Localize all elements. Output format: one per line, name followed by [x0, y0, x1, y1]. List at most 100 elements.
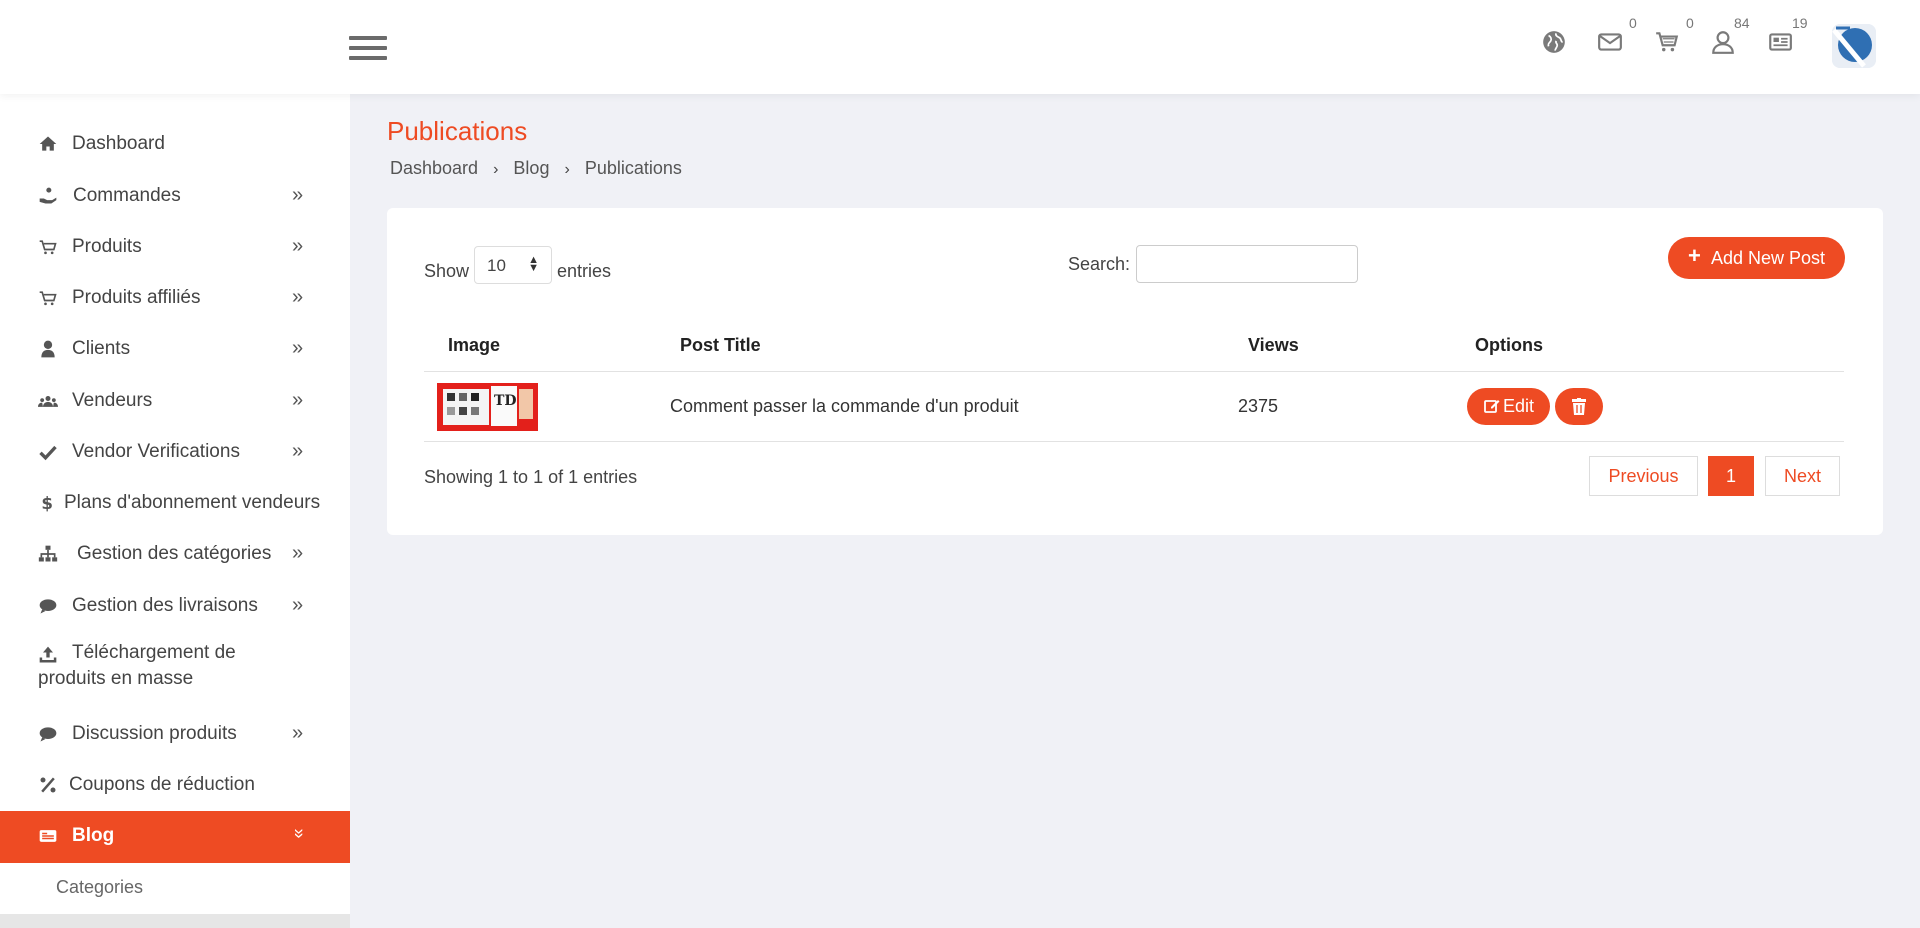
messages-count: 0	[1629, 15, 1637, 31]
show-label: Show	[424, 261, 470, 281]
globe-icon[interactable]	[1541, 29, 1571, 59]
chevron-right-icon: ›	[493, 161, 499, 178]
column-header-views[interactable]: Views	[1248, 335, 1299, 356]
svg-text:$: $	[41, 494, 53, 513]
menu-toggle-icon[interactable]	[349, 36, 387, 62]
trash-icon	[1572, 398, 1586, 415]
sort-arrows-icon: ▲ ▼	[528, 254, 539, 274]
search-input[interactable]	[1136, 245, 1358, 283]
newspaper-icon	[38, 826, 60, 846]
table-info: Showing 1 to 1 of 1 entries	[424, 467, 638, 487]
sidebar-item-label: Clients	[72, 338, 131, 359]
user-icon	[38, 339, 60, 359]
chevron-double-right-icon: »	[292, 184, 304, 206]
posts-table-card: Show 10 ▲ ▼ entries Search: + Add New Pos…	[387, 208, 1883, 535]
chevron-double-right-icon: »	[292, 594, 304, 616]
sidebar-item-label-line1: Téléchargement de	[72, 642, 236, 663]
news-count: 19	[1792, 15, 1808, 31]
post-title-cell: Comment passer la commande d'un produit	[670, 396, 1019, 416]
breadcrumb-dashboard[interactable]: Dashboard	[390, 158, 478, 179]
chevron-double-right-icon: »	[292, 286, 304, 308]
sidebar-item-label: Dashboard	[72, 133, 165, 154]
sidebar-item-vendor-verifications[interactable]: Vendor Verifications »	[0, 427, 350, 477]
chevron-double-down-icon: »	[289, 828, 310, 839]
chat-icon	[38, 724, 60, 744]
table-row-divider	[424, 441, 1844, 442]
sidebar-item-commandes[interactable]: Commandes »	[0, 171, 350, 221]
cart-icon	[38, 288, 60, 308]
add-new-post-button[interactable]: + Add New Post	[1668, 237, 1845, 279]
hand-coin-icon	[38, 186, 60, 206]
sidebar-item-label-line2: produits en masse	[38, 668, 194, 689]
table-header-divider	[424, 371, 1844, 372]
avatar[interactable]	[1832, 24, 1876, 68]
sidebar: Dashboard Commandes » Produits » Produit…	[0, 94, 350, 928]
dollar-icon: $	[38, 493, 60, 513]
sidebar-item-gestion-livraisons[interactable]: Gestion des livraisons »	[0, 581, 350, 631]
breadcrumb-current: Publications	[584, 158, 682, 178]
delete-post-button[interactable]	[1555, 388, 1603, 425]
newspaper-icon[interactable]	[1767, 29, 1797, 59]
pagination-page-1[interactable]: 1	[1708, 456, 1754, 496]
user-icon[interactable]	[1710, 29, 1740, 59]
column-header-image[interactable]: Image	[448, 335, 500, 356]
breadcrumb: Dashboard › Blog › Publications	[390, 158, 682, 179]
users-icon	[38, 391, 60, 411]
chevron-double-right-icon: »	[292, 389, 304, 411]
sidebar-item-label: Plans d'abonnement vendeurs	[64, 492, 321, 513]
cart-icon[interactable]	[1654, 29, 1684, 59]
sidebar-scroll-edge	[0, 914, 350, 928]
upload-icon	[38, 645, 60, 665]
chevron-right-icon: ›	[564, 161, 570, 178]
edit-post-button[interactable]: Edit	[1467, 388, 1550, 425]
sidebar-item-vendeurs[interactable]: Vendeurs »	[0, 376, 350, 426]
sidebar-item-produits[interactable]: Produits »	[0, 222, 350, 272]
home-icon	[38, 134, 60, 154]
column-header-post-title[interactable]: Post Title	[680, 335, 761, 356]
sidebar-item-gestion-categories[interactable]: Gestion des catégories »	[0, 529, 350, 579]
users-count: 84	[1734, 15, 1750, 31]
sidebar-item-label: Commandes	[73, 185, 181, 206]
sidebar-subitem-categories[interactable]: Categories	[56, 877, 143, 898]
cart-icon	[38, 237, 60, 257]
check-icon	[38, 442, 60, 462]
sidebar-item-label: Gestion des catégories	[77, 543, 272, 564]
breadcrumb-blog[interactable]: Blog	[513, 158, 549, 179]
chevron-double-right-icon: »	[292, 337, 304, 359]
entries-label: entries	[557, 261, 612, 281]
envelope-icon[interactable]	[1597, 29, 1627, 59]
column-header-options: Options	[1475, 335, 1543, 355]
sidebar-item-clients[interactable]: Clients »	[0, 324, 350, 374]
sidebar-item-blog[interactable]: Blog »	[0, 811, 350, 863]
post-thumbnail: TD	[437, 383, 538, 431]
sidebar-item-label: Produits affiliés	[72, 287, 201, 308]
search-label: Search:	[1068, 254, 1131, 274]
pagination-previous[interactable]: Previous	[1589, 456, 1698, 496]
sitemap-icon	[38, 544, 60, 564]
pagination-next[interactable]: Next	[1765, 456, 1840, 496]
sidebar-item-plans-abonnement[interactable]: $ Plans d'abonnement vendeurs	[0, 478, 350, 528]
chevron-double-right-icon: »	[292, 722, 304, 744]
page-title: Publications	[387, 116, 528, 146]
edit-label: Edit	[1503, 396, 1535, 416]
sidebar-item-coupons[interactable]: Coupons de réduction	[0, 760, 350, 810]
sidebar-item-telechargement-masse[interactable]: Téléchargement de produits en masse	[0, 630, 350, 692]
edit-icon	[1484, 400, 1500, 413]
percent-icon	[38, 775, 60, 795]
chevron-double-right-icon: »	[292, 542, 304, 564]
chevron-double-right-icon: »	[292, 235, 304, 257]
chat-icon	[38, 596, 60, 616]
sidebar-item-label: Discussion produits	[72, 723, 237, 744]
add-new-post-label: Add New Post	[1711, 248, 1826, 268]
sidebar-item-label: Produits	[72, 236, 142, 257]
post-views-cell: 2375	[1238, 396, 1279, 416]
sidebar-item-label: Gestion des livraisons	[72, 595, 258, 616]
top-header: 0 0 84 19	[0, 0, 1920, 94]
sidebar-item-label: Vendeurs	[72, 390, 153, 411]
chevron-double-right-icon: »	[292, 440, 304, 462]
sidebar-item-dashboard[interactable]: Dashboard	[0, 119, 350, 169]
entries-per-page-select[interactable]: 10 ▲ ▼	[474, 246, 552, 284]
sidebar-item-produits-affilies[interactable]: Produits affiliés »	[0, 273, 350, 323]
sidebar-item-discussion-produits[interactable]: Discussion produits »	[0, 709, 350, 759]
sidebar-item-label: Coupons de réduction	[69, 774, 255, 795]
